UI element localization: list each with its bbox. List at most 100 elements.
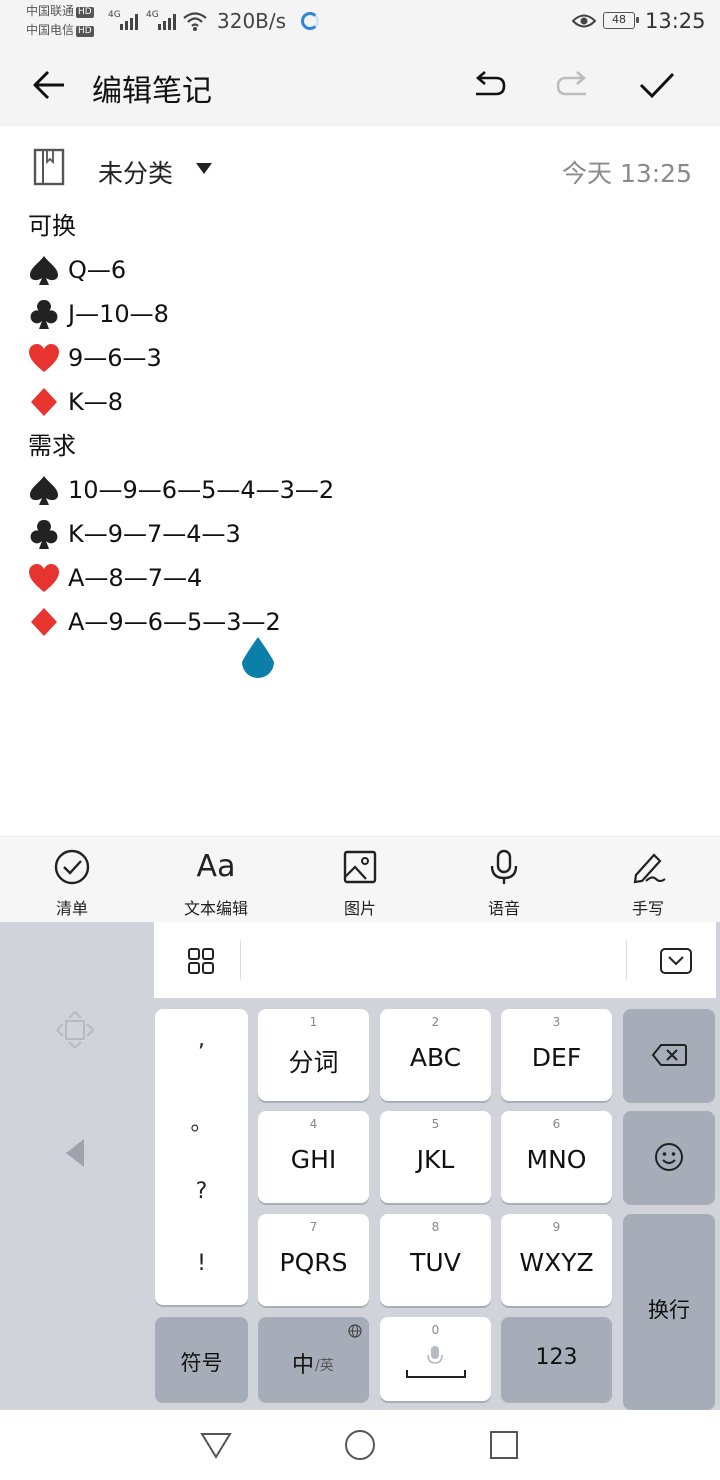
- text-edit-tool[interactable]: Aa 文本编辑: [151, 837, 281, 923]
- notebook-icon[interactable]: [33, 148, 65, 186]
- editing-tools-bar: 清单 Aa 文本编辑 图片 语音 手写: [0, 836, 720, 922]
- note-line: 10—9—6—5—4—3—2: [28, 468, 698, 512]
- category-selector[interactable]: 未分类: [98, 154, 173, 190]
- network-type-2: 4G: [146, 10, 159, 20]
- carrier-2: 中国电信 HD: [26, 23, 94, 37]
- checklist-label: 清单: [55, 899, 88, 918]
- spade-icon: [30, 256, 58, 285]
- note-line-text: K—9—7—4—3: [68, 520, 241, 548]
- undo-button[interactable]: [468, 64, 510, 106]
- numbers-button[interactable]: 123: [501, 1317, 612, 1401]
- symbols-button[interactable]: 符号: [155, 1317, 248, 1401]
- image-label: 图片: [343, 899, 376, 918]
- key-3[interactable]: 3 DEF: [501, 1009, 612, 1101]
- network-type-1: 4G: [108, 10, 121, 20]
- key-7[interactable]: 7 PQRS: [258, 1214, 369, 1306]
- punct-period[interactable]: 。: [155, 1105, 248, 1137]
- text-edit-label: 文本编辑: [183, 899, 248, 918]
- eye-comfort-icon: [572, 14, 596, 28]
- note-line: 需求: [28, 424, 698, 468]
- input-method-keyboard: , 。 ? ! 1 分词 2 ABC 3 DEF 4 GHI 5 JKL 6 MNO 7 PQ…: [0, 922, 720, 1410]
- undo-icon: [476, 71, 506, 96]
- image-icon: [343, 850, 377, 884]
- microphone-icon: [490, 849, 518, 884]
- spade-icon: [30, 476, 58, 505]
- backspace-icon: [651, 1044, 687, 1066]
- note-line: 可换: [28, 204, 698, 248]
- redo-icon: [556, 71, 586, 96]
- confirm-button[interactable]: [636, 64, 678, 106]
- microphone-icon: [427, 1346, 443, 1364]
- carrier-1: 中国联通 HD: [26, 4, 94, 18]
- clock: 13:25: [645, 9, 706, 33]
- battery-icon: 48: [603, 12, 639, 29]
- text-cursor-handle[interactable]: [240, 636, 276, 680]
- club-icon: [30, 299, 58, 329]
- voice-tool[interactable]: 语音: [439, 837, 569, 923]
- heart-icon: [29, 564, 59, 592]
- signal-icon: [120, 12, 138, 30]
- pen-icon: [633, 853, 666, 884]
- lang-sub: /英: [315, 1358, 334, 1374]
- arrow-left-icon: [33, 70, 64, 100]
- network-speed: 320B/s: [217, 9, 287, 33]
- key-2[interactable]: 2 ABC: [380, 1009, 491, 1101]
- smiley-icon: [655, 1143, 683, 1171]
- note-line: K—8: [28, 380, 698, 424]
- note-line-text: 10—9—6—5—4—3—2: [68, 476, 335, 504]
- language-toggle-button[interactable]: 中 /英: [258, 1317, 369, 1401]
- diamond-icon: [31, 388, 57, 416]
- note-line: K—9—7—4—3: [28, 512, 698, 556]
- status-bar: 中国联通 HD 中国电信 HD 4G 4G 320B/s 48 13:25: [0, 0, 720, 44]
- divider: [626, 940, 627, 980]
- hide-keyboard-icon[interactable]: [660, 948, 692, 974]
- home-circle-icon[interactable]: [344, 1429, 376, 1461]
- space-key[interactable]: 0: [380, 1317, 491, 1401]
- key-6[interactable]: 6 MNO: [501, 1111, 612, 1203]
- handwrite-label: 手写: [631, 899, 664, 918]
- chevron-down-icon[interactable]: [196, 163, 212, 174]
- back-button[interactable]: [28, 64, 70, 106]
- keyboard-side-panel: [0, 922, 154, 1410]
- key-1[interactable]: 1 分词: [258, 1009, 369, 1101]
- key-8[interactable]: 8 TUV: [380, 1214, 491, 1306]
- grid-menu-icon[interactable]: [188, 948, 214, 974]
- handwrite-tool[interactable]: 手写: [583, 837, 713, 923]
- note-content[interactable]: 可换 Q—6 J—10—8 9—6—3 K—8 需求 10—9—6—5—4—3—2 K—9—7…: [28, 204, 698, 644]
- signal-icon: [158, 12, 176, 30]
- note-timestamp: 今天 13:25: [562, 159, 692, 188]
- backspace-button[interactable]: [623, 1009, 715, 1101]
- image-tool[interactable]: 图片: [295, 837, 425, 923]
- editor-toolbar: 编辑笔记: [0, 44, 720, 126]
- note-line-text: 可换: [28, 212, 76, 240]
- voice-label: 语音: [487, 899, 520, 918]
- note-line-text: Q—6: [68, 256, 127, 284]
- punct-question[interactable]: ?: [155, 1179, 248, 1204]
- note-line-text: J—10—8: [68, 300, 169, 328]
- note-line: A—8—7—4: [28, 556, 698, 600]
- move-keyboard-icon[interactable]: [55, 1010, 95, 1050]
- key-9[interactable]: 9 WXYZ: [501, 1214, 612, 1306]
- space-bar-icon: [406, 1370, 466, 1378]
- punct-exclamation[interactable]: !: [155, 1251, 248, 1276]
- note-line: A—9—6—5—3—2: [28, 600, 698, 644]
- key-5[interactable]: 5 JKL: [380, 1111, 491, 1203]
- note-line: Q—6: [28, 248, 698, 292]
- emoji-button[interactable]: [623, 1111, 715, 1203]
- enter-button[interactable]: 换行: [623, 1214, 715, 1408]
- checklist-tool[interactable]: 清单: [7, 837, 137, 923]
- keyboard-top-bar: [154, 922, 716, 998]
- note-line: J—10—8: [28, 292, 698, 336]
- punctuation-column[interactable]: , 。 ? !: [155, 1009, 248, 1305]
- note-header: 未分类 今天 13:25: [0, 126, 720, 206]
- punct-comma[interactable]: ,: [155, 1027, 248, 1052]
- checklist-icon: [54, 849, 90, 885]
- back-triangle-icon[interactable]: [200, 1430, 232, 1460]
- key-4[interactable]: 4 GHI: [258, 1111, 369, 1203]
- check-icon: [639, 72, 675, 99]
- text-format-icon: Aa: [196, 849, 236, 884]
- redo-button[interactable]: [552, 64, 594, 106]
- recents-square-icon[interactable]: [489, 1430, 519, 1460]
- arrow-left-icon[interactable]: [64, 1138, 86, 1168]
- note-line-text: K—8: [68, 388, 124, 416]
